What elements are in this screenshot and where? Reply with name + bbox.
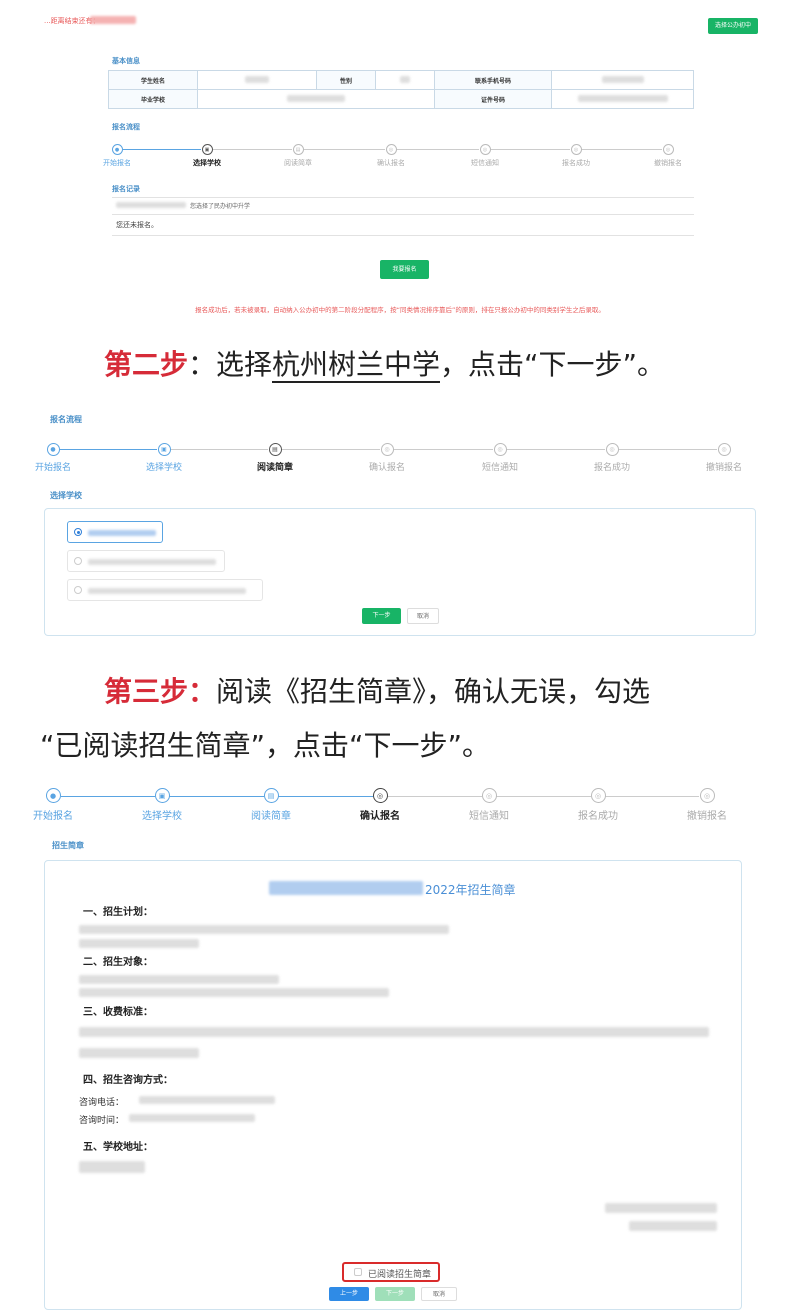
step-sms: ◎ 短信通知 <box>480 443 520 473</box>
redacted-text <box>79 939 199 948</box>
school-option-1[interactable] <box>67 521 163 543</box>
redacted-text <box>139 1096 275 1104</box>
cancel-button[interactable]: 取消 <box>407 608 439 624</box>
step-start: ● 开始报名 <box>100 144 134 168</box>
step-start: ● 开始报名 <box>33 443 73 473</box>
step2-caption: 第二步：选择杭州树兰中学，点击“下一步”。 <box>104 343 665 383</box>
countdown-value-redacted <box>90 16 136 24</box>
brochure-title: 2022年招生简章 <box>425 883 516 897</box>
radio-unselected[interactable] <box>74 586 82 594</box>
not-applied-text: 您还未报名。 <box>116 221 158 229</box>
step-select-school: ▣ 选择学校 <box>144 443 184 473</box>
brochure-label: 招生简章 <box>52 841 84 850</box>
process-title-2: 报名流程 <box>50 415 82 424</box>
redacted-text <box>79 925 449 934</box>
step-confirm: ◎ 确认报名 <box>374 144 408 168</box>
section-address: 五、学校地址： <box>83 1142 153 1153</box>
process-stepper-3: ● 开始报名 ▣ 选择学校 ▤ 阅读简章 ◎ 确认报名 ◎ 短信通知 ◎ 报名成… <box>0 786 800 826</box>
step3-line1: 阅读《招生简章》，确认无误，勾选 <box>216 675 651 708</box>
record-time-redacted <box>116 202 186 208</box>
phone-label: 联系手机号码 <box>434 70 552 90</box>
record-text: 您选择了民办初中升学 <box>190 203 251 210</box>
step-sms: ◎ 短信通知 <box>468 144 502 168</box>
gender-label: 性别 <box>316 70 376 90</box>
step-read-brochure: ▤ 阅读简章 <box>281 144 315 168</box>
radio-selected[interactable] <box>74 528 82 536</box>
redacted-text <box>129 1114 255 1122</box>
radio-unselected[interactable] <box>74 557 82 565</box>
step-cancel: ◎ 撤销报名 <box>704 443 744 473</box>
step2-text2: ，点击“下一步”。 <box>440 348 666 381</box>
divider <box>112 197 694 198</box>
student-name-value <box>197 70 317 90</box>
section-consult: 四、招生咨询方式： <box>83 1075 173 1086</box>
record-title: 报名记录 <box>112 185 140 193</box>
school-name-redacted <box>88 588 246 594</box>
school-name-redacted <box>88 559 216 565</box>
id-number-value <box>551 89 694 109</box>
step-read-brochure: ▤ 阅读简章 <box>255 443 295 473</box>
school-option-2[interactable] <box>67 550 225 572</box>
consult-phone-label: 咨询电话： <box>79 1098 125 1108</box>
school-name-redacted <box>269 881 423 895</box>
school-name-redacted <box>88 530 156 536</box>
redacted-date <box>629 1221 717 1231</box>
select-public-school-button[interactable]: 选择公办初中 <box>708 18 758 34</box>
redacted-signature <box>605 1203 717 1213</box>
read-checkbox[interactable] <box>354 1268 362 1276</box>
divider <box>112 214 694 215</box>
select-school-title: 选择学校 <box>50 491 82 500</box>
school-options-box: 下一步 取消 <box>44 508 756 636</box>
enrollment-notice: 报名成功后，若未被录取，自动纳入公办初中的第二阶段分配程序，按“同类情况排序靠后… <box>195 306 605 314</box>
step-read-brochure: ▤ 阅读简章 <box>250 788 292 822</box>
graduate-school-value <box>197 89 435 109</box>
redacted-text <box>79 975 279 984</box>
step-success: ◎ 报名成功 <box>559 144 593 168</box>
step-select-school: ▣ 选择学校 <box>141 788 183 822</box>
step-select-school: ▣ 选择学校 <box>190 144 224 168</box>
redacted-text <box>79 1027 709 1037</box>
section-target: 二、招生对象： <box>83 957 153 968</box>
gender-value <box>375 70 435 90</box>
step2-text1: ：选择 <box>188 348 273 381</box>
step-cancel: ◎ 撤销报名 <box>686 788 728 822</box>
next-button[interactable]: 下一步 <box>362 608 401 624</box>
brochure-panel: 2022年招生简章 一、招生计划： 二、招生对象： 三、收费标准： 四、招生咨询… <box>44 860 742 1310</box>
process-stepper-2: ● 开始报名 ▣ 选择学校 ▤ 阅读简章 ◎ 确认报名 ◎ 短信通知 ◎ 报名成… <box>0 440 800 480</box>
process-title: 报名流程 <box>112 123 140 131</box>
step3-caption-line1: 第三步：阅读《招生简章》，确认无误，勾选 <box>104 670 650 710</box>
step-success: ◎ 报名成功 <box>592 443 632 473</box>
step3-caption-line2: “已阅读招生简章”，点击“下一步”。 <box>40 729 491 762</box>
read-checkbox-label: 已阅读招生简章 <box>368 1270 432 1280</box>
graduate-school-label: 毕业学校 <box>108 89 198 109</box>
step2-prefix: 第二步 <box>104 348 189 381</box>
read-confirm-highlight[interactable]: 已阅读招生简章 <box>342 1262 440 1282</box>
redacted-text <box>79 1048 199 1058</box>
process-stepper: ● 开始报名 ▣ 选择学校 ▤ 阅读简章 ◎ 确认报名 ◎ 短信通知 ◎ 报名成… <box>0 140 800 174</box>
basic-info-table: 学生姓名 性别 联系手机号码 毕业学校 证件号码 <box>108 70 694 109</box>
step2-school: 杭州树兰中学 <box>272 348 441 383</box>
student-name-label: 学生姓名 <box>108 70 198 90</box>
phone-value <box>551 70 694 90</box>
consult-time-label: 咨询时间： <box>79 1116 125 1126</box>
section-plan: 一、招生计划： <box>83 907 153 918</box>
step-cancel: ◎ 撤销报名 <box>651 144 685 168</box>
step-confirm: ◎ 确认报名 <box>359 788 401 822</box>
divider <box>112 235 694 236</box>
basic-info-title: 基本信息 <box>112 57 140 65</box>
step-sms: ◎ 短信通知 <box>468 788 510 822</box>
id-number-label: 证件号码 <box>434 89 552 109</box>
step-start: ● 开始报名 <box>32 788 74 822</box>
step3-prefix: 第三步： <box>104 675 217 708</box>
redacted-text <box>79 988 389 997</box>
section-fees: 三、收费标准： <box>83 1007 153 1018</box>
redacted-text <box>79 1161 145 1173</box>
school-option-3[interactable] <box>67 579 263 601</box>
step-success: ◎ 报名成功 <box>577 788 619 822</box>
apply-button[interactable]: 我要报名 <box>380 260 429 279</box>
step-confirm: ◎ 确认报名 <box>367 443 407 473</box>
